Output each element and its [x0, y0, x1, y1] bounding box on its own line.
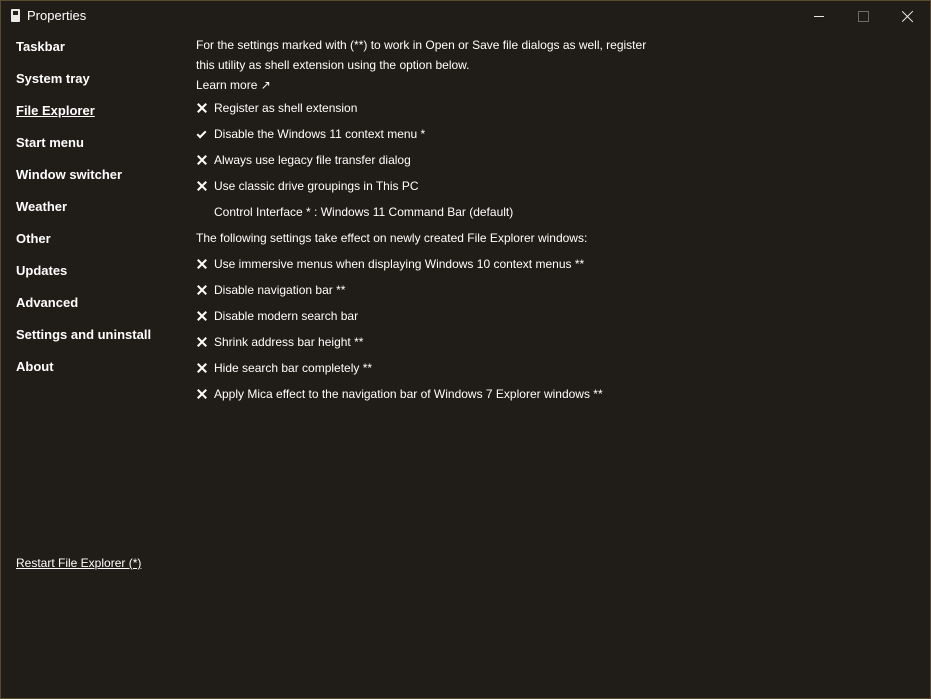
control-interface-selector[interactable]: Control Interface * : Windows 11 Command…	[196, 199, 896, 225]
unchecked-x-icon	[196, 388, 208, 400]
properties-window: Properties Taskbar System tray File Expl…	[0, 0, 931, 699]
sidebar-item-taskbar[interactable]: Taskbar	[16, 37, 186, 69]
sidebar-nav: Taskbar System tray File Explorer Start …	[16, 37, 186, 389]
option-register-shell-extension[interactable]: Register as shell extension	[196, 95, 896, 121]
sidebar-item-window-switcher[interactable]: Window switcher	[16, 165, 186, 197]
intro-line-1: For the settings marked with (**) to wor…	[196, 38, 647, 52]
sidebar-item-advanced[interactable]: Advanced	[16, 293, 186, 325]
unchecked-x-icon	[196, 336, 208, 348]
option-label: Disable modern search bar	[214, 309, 359, 323]
unchecked-x-icon	[196, 102, 208, 114]
intro-text: For the settings marked with (**) to wor…	[196, 35, 896, 75]
option-immersive-menus[interactable]: Use immersive menus when displaying Wind…	[196, 251, 896, 277]
maximize-icon	[857, 10, 869, 22]
unchecked-x-icon	[196, 362, 208, 374]
learn-more-link[interactable]: Learn more ↗	[196, 75, 896, 95]
sidebar-item-about[interactable]: About	[16, 357, 186, 389]
unchecked-x-icon	[196, 284, 208, 296]
sidebar-item-file-explorer[interactable]: File Explorer	[16, 101, 186, 133]
unchecked-x-icon	[196, 310, 208, 322]
sidebar-item-system-tray[interactable]: System tray	[16, 69, 186, 101]
option-hide-search-bar[interactable]: Hide search bar completely **	[196, 355, 896, 381]
window-title: Properties	[27, 8, 87, 23]
unchecked-x-icon	[196, 180, 208, 192]
restart-file-explorer-link[interactable]: Restart File Explorer (*)	[16, 556, 141, 570]
option-label: Always use legacy file transfer dialog	[214, 153, 411, 167]
minimize-button[interactable]	[796, 1, 842, 31]
close-icon	[902, 10, 914, 22]
option-disable-modern-search-bar[interactable]: Disable modern search bar	[196, 303, 896, 329]
option-shrink-address-bar[interactable]: Shrink address bar height **	[196, 329, 896, 355]
sidebar-item-weather[interactable]: Weather	[16, 197, 186, 229]
option-label: Disable navigation bar **	[214, 283, 346, 297]
option-label: Hide search bar completely **	[214, 361, 373, 375]
option-disable-navigation-bar[interactable]: Disable navigation bar **	[196, 277, 896, 303]
option-label: Disable the Windows 11 context menu *	[214, 127, 426, 141]
option-label: Use classic drive groupings in This PC	[214, 179, 419, 193]
option-label: Shrink address bar height **	[214, 335, 364, 349]
option-label: Apply Mica effect to the navigation bar …	[214, 387, 603, 401]
option-label: Register as shell extension	[214, 101, 358, 115]
option-apply-mica-effect[interactable]: Apply Mica effect to the navigation bar …	[196, 381, 896, 407]
main-panel: For the settings marked with (**) to wor…	[196, 35, 896, 407]
intro-line-2: this utility as shell extension using th…	[196, 58, 470, 72]
section-description: The following settings take effect on ne…	[196, 231, 588, 245]
minimize-icon	[814, 15, 824, 17]
unchecked-x-icon	[196, 154, 208, 166]
option-disable-win11-context-menu[interactable]: Disable the Windows 11 context menu *	[196, 121, 896, 147]
unchecked-x-icon	[196, 258, 208, 270]
option-label: Use immersive menus when displaying Wind…	[214, 257, 585, 271]
close-button[interactable]	[885, 1, 931, 31]
checkmark-icon	[196, 128, 208, 140]
option-classic-drive-groupings[interactable]: Use classic drive groupings in This PC	[196, 173, 896, 199]
option-legacy-file-transfer-dialog[interactable]: Always use legacy file transfer dialog	[196, 147, 896, 173]
app-document-icon	[11, 9, 20, 22]
title-bar[interactable]: Properties	[1, 1, 930, 31]
sidebar-item-settings-and-uninstall[interactable]: Settings and uninstall	[16, 325, 186, 357]
sidebar-item-other[interactable]: Other	[16, 229, 186, 261]
control-interface-label: Control Interface * : Windows 11 Command…	[214, 205, 514, 219]
sidebar-item-updates[interactable]: Updates	[16, 261, 186, 293]
sidebar-item-start-menu[interactable]: Start menu	[16, 133, 186, 165]
maximize-button[interactable]	[840, 1, 886, 31]
